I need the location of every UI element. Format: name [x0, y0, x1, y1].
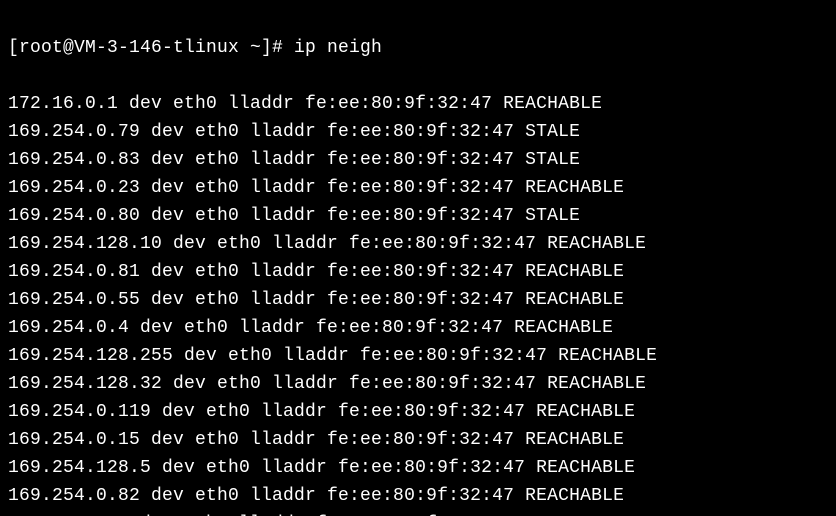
neighbor-entry: 169.254.0.80 dev eth0 lladdr fe:ee:80:9f… — [8, 202, 828, 230]
neighbor-entry: 172.16.0.1 dev eth0 lladdr fe:ee:80:9f:3… — [8, 90, 828, 118]
neighbor-entry: 169.254.0.2 dev eth0 lladdr fe:ee:80:9f:… — [8, 510, 828, 516]
terminal[interactable]: [root@VM-3-146-tlinux ~]# ip neigh 172.1… — [0, 0, 836, 516]
neighbor-entry: 169.254.0.82 dev eth0 lladdr fe:ee:80:9f… — [8, 482, 828, 510]
prompt-line: [root@VM-3-146-tlinux ~]# ip neigh — [8, 34, 828, 62]
neighbor-entry: 169.254.0.4 dev eth0 lladdr fe:ee:80:9f:… — [8, 314, 828, 342]
command-text: ip neigh — [294, 38, 382, 58]
shell-prompt: [root@VM-3-146-tlinux ~]# — [8, 38, 294, 58]
neighbor-entry: 169.254.128.5 dev eth0 lladdr fe:ee:80:9… — [8, 454, 828, 482]
neighbor-entry: 169.254.0.79 dev eth0 lladdr fe:ee:80:9f… — [8, 118, 828, 146]
neighbor-entry: 169.254.0.15 dev eth0 lladdr fe:ee:80:9f… — [8, 426, 828, 454]
neighbor-entry: 169.254.0.119 dev eth0 lladdr fe:ee:80:9… — [8, 398, 828, 426]
neighbor-entry: 169.254.128.255 dev eth0 lladdr fe:ee:80… — [8, 342, 828, 370]
neighbor-entry: 169.254.0.55 dev eth0 lladdr fe:ee:80:9f… — [8, 286, 828, 314]
neighbor-entry: 169.254.128.32 dev eth0 lladdr fe:ee:80:… — [8, 370, 828, 398]
neighbor-entry: 169.254.0.81 dev eth0 lladdr fe:ee:80:9f… — [8, 258, 828, 286]
neighbor-entry: 169.254.0.83 dev eth0 lladdr fe:ee:80:9f… — [8, 146, 828, 174]
command-output: 172.16.0.1 dev eth0 lladdr fe:ee:80:9f:3… — [8, 90, 828, 516]
neighbor-entry: 169.254.0.23 dev eth0 lladdr fe:ee:80:9f… — [8, 174, 828, 202]
neighbor-entry: 169.254.128.10 dev eth0 lladdr fe:ee:80:… — [8, 230, 828, 258]
